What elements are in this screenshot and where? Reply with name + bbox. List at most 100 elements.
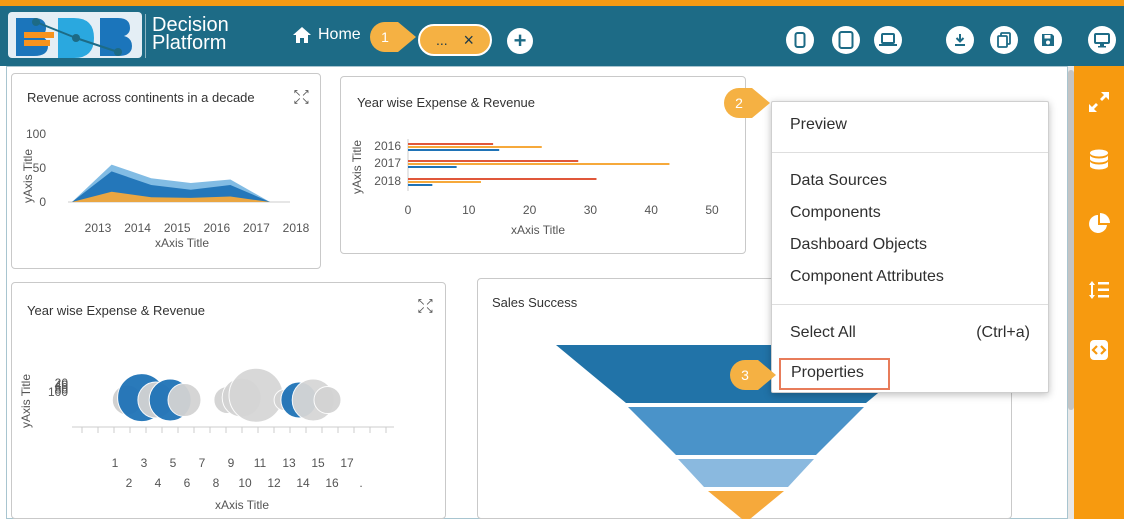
download-icon bbox=[955, 34, 965, 46]
x-tick-label: 40 bbox=[645, 203, 659, 217]
code-icon[interactable] bbox=[1087, 338, 1111, 362]
x-tick-label: 2013 bbox=[85, 221, 112, 235]
funnel-stage-2 bbox=[678, 459, 814, 487]
platform-name-line2: Platform bbox=[152, 32, 227, 54]
bar-2016-0 bbox=[408, 143, 494, 145]
x-tick-label: 3 bbox=[141, 456, 148, 470]
tablet-view-button[interactable] bbox=[832, 26, 860, 54]
expense-bubble-chart-panel[interactable]: Year wise Expense & Revenue ↖↗ ↙↘ 20 40 60 8… bbox=[11, 282, 446, 519]
right-toolbar bbox=[1074, 66, 1124, 519]
funnel-stage-1 bbox=[628, 407, 864, 455]
x-tick-label: 12 bbox=[267, 476, 281, 490]
monitor-button[interactable] bbox=[1088, 26, 1116, 54]
x-tick-label: 10 bbox=[462, 203, 476, 217]
revenue-chart-panel[interactable]: Revenue across continents in a decade ↖↗… bbox=[11, 73, 321, 269]
x-tick-label: 1 bbox=[112, 456, 119, 470]
tab-label: ... bbox=[435, 32, 448, 48]
laptop-view-button[interactable] bbox=[874, 26, 902, 54]
expense-bubble-chart: 204060801001 3 5 7 9 11 13 15 172 4 6 8 10 12 14 16 .xAx… bbox=[19, 367, 394, 512]
home-link[interactable]: Home bbox=[292, 26, 361, 44]
callout-number: 1 bbox=[381, 29, 389, 45]
x-tick-label: 2014 bbox=[124, 221, 151, 235]
x-tick-label: 11 bbox=[254, 456, 267, 470]
callout-number: 2 bbox=[735, 95, 743, 111]
pie-chart-icon[interactable] bbox=[1087, 212, 1111, 236]
menu-separator bbox=[772, 304, 1048, 305]
y-tick-label: 2016 bbox=[374, 139, 401, 153]
x-axis-title: xAxis Title bbox=[215, 498, 269, 512]
x-tick-label: 2016 bbox=[203, 221, 230, 235]
save-button[interactable] bbox=[1034, 26, 1062, 54]
bar-2016-2 bbox=[408, 149, 500, 151]
x-tick-label: 15 bbox=[311, 456, 325, 470]
expense-bar-chart-panel[interactable]: Year wise Expense & Revenue 2016 2017 2018… bbox=[340, 76, 746, 254]
x-tick-label: 2018 bbox=[283, 221, 310, 235]
download-button[interactable] bbox=[946, 26, 974, 54]
x-tick-label: 5 bbox=[170, 456, 177, 470]
bubble-point bbox=[313, 386, 342, 414]
x-tick-label: 8 bbox=[213, 476, 220, 490]
callout-2: 2 bbox=[724, 88, 770, 118]
bar-2018-2 bbox=[408, 184, 433, 186]
x-tick-label: 10 bbox=[238, 476, 252, 490]
x-axis-title: xAxis Title bbox=[511, 223, 565, 237]
save-icon bbox=[1042, 34, 1054, 46]
y-axis-title: yAxis Title bbox=[21, 149, 35, 203]
platform-name: Decision Platform bbox=[152, 15, 229, 54]
x-tick-label: 2017 bbox=[243, 221, 270, 235]
x-tick-label: 4 bbox=[155, 476, 162, 490]
tab-close-icon[interactable]: × bbox=[464, 30, 475, 51]
bar-2016-1 bbox=[408, 146, 542, 148]
database-icon[interactable] bbox=[1087, 148, 1111, 172]
callout-3: 3 bbox=[730, 360, 776, 390]
x-tick-label: 16 bbox=[325, 476, 339, 490]
revenue-area-chart: 0501002013 2014 2015 2016 2017 2018xAxis Titl… bbox=[21, 127, 310, 250]
y-tick-label: 2018 bbox=[374, 174, 401, 188]
x-tick-label: 20 bbox=[523, 203, 537, 217]
x-tick-label: 7 bbox=[199, 456, 206, 470]
logo-divider bbox=[145, 14, 146, 58]
context-menu: Preview Data Sources Components Dashboar… bbox=[771, 101, 1049, 393]
x-tick-label: 9 bbox=[228, 456, 235, 470]
home-label: Home bbox=[318, 26, 361, 43]
mobile-view-button[interactable] bbox=[786, 26, 814, 54]
callout-number: 3 bbox=[741, 367, 749, 383]
x-tick-label: 50 bbox=[705, 203, 719, 217]
bar-2017-2 bbox=[408, 166, 457, 168]
copy-button[interactable] bbox=[990, 26, 1018, 54]
x-tick-label: . bbox=[359, 476, 362, 490]
y-tick-label: 0 bbox=[39, 195, 46, 209]
bar-2017-0 bbox=[408, 160, 579, 162]
menu-item-components[interactable]: Components bbox=[790, 204, 881, 222]
x-axis-title: xAxis Title bbox=[155, 236, 209, 250]
menu-item-properties[interactable]: Properties bbox=[779, 358, 890, 390]
funnel-stage-3 bbox=[708, 491, 784, 519]
menu-item-data-sources[interactable]: Data Sources bbox=[790, 172, 887, 190]
laptop-icon bbox=[879, 33, 897, 46]
bdb-logo bbox=[8, 12, 142, 58]
line-height-icon[interactable] bbox=[1087, 278, 1111, 302]
monitor-icon bbox=[1094, 32, 1110, 47]
menu-item-select-all[interactable]: Select All bbox=[790, 324, 856, 342]
x-tick-label: 2 bbox=[126, 476, 133, 490]
y-axis-title: yAxis Title bbox=[19, 374, 33, 428]
bubble-point bbox=[167, 383, 202, 417]
mobile-icon bbox=[794, 32, 806, 48]
x-tick-label: 17 bbox=[340, 456, 354, 470]
expand-icon[interactable] bbox=[1087, 90, 1111, 114]
x-tick-label: 13 bbox=[282, 456, 296, 470]
header-bar: Decision Platform Home ... × + bbox=[0, 6, 1124, 66]
callout-1: 1 bbox=[370, 22, 416, 52]
x-tick-label: 2015 bbox=[164, 221, 191, 235]
bar-2017-1 bbox=[408, 163, 670, 165]
add-tab-button[interactable]: + bbox=[507, 28, 533, 54]
copy-icon bbox=[997, 32, 1011, 48]
menu-item-dashboard-objects[interactable]: Dashboard Objects bbox=[790, 236, 927, 254]
menu-item-preview[interactable]: Preview bbox=[790, 116, 847, 134]
y-tick-label: 100 bbox=[48, 385, 68, 399]
dashboard-tab[interactable]: ... × bbox=[418, 24, 492, 56]
menu-item-component-attributes[interactable]: Component Attributes bbox=[790, 268, 944, 286]
select-all-shortcut: (Ctrl+a) bbox=[976, 324, 1030, 341]
dashboard-designer: Decision Platform Home ... × + Revenue a… bbox=[0, 0, 1124, 519]
tablet-icon bbox=[838, 31, 854, 49]
